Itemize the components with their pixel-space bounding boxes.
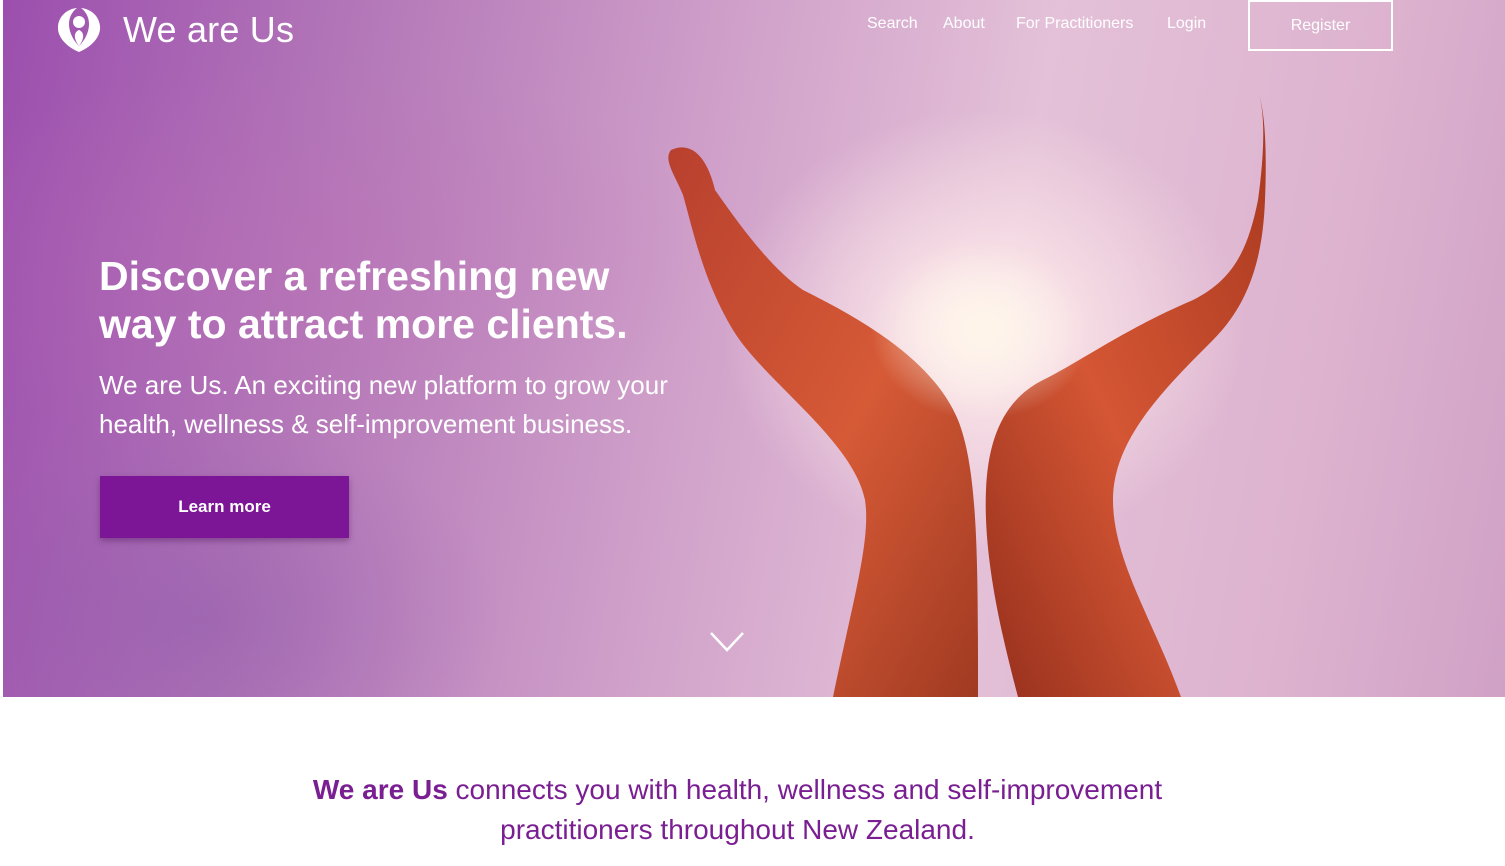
learn-more-button[interactable]: Learn more [100, 476, 349, 538]
nav-login-link[interactable]: Login [1167, 15, 1206, 33]
person-heart-logo-icon [57, 8, 101, 52]
brand-logo[interactable]: We are Us [55, 6, 294, 54]
register-button[interactable]: Register [1248, 0, 1393, 51]
hero-headline-line-1: Discover a refreshing new [99, 253, 610, 299]
nav-search-link[interactable]: Search [867, 15, 918, 33]
raised-hands-image [668, 92, 1266, 697]
hero-subhead: We are Us. An exciting new platform to g… [99, 366, 759, 444]
nav-about-link[interactable]: About [943, 15, 985, 33]
hero-headline: Discover a refreshing new way to attract… [99, 252, 739, 348]
intro-text: We are Us connects you with health, well… [0, 770, 1475, 850]
hero-subhead-line-2: health, wellness & self-improvement busi… [99, 409, 633, 439]
intro-brand: We are Us [312, 774, 448, 805]
intro-line-2: practitioners throughout New Zealand. [500, 814, 975, 845]
nav-for-practitioners-link[interactable]: For Practitioners [1016, 15, 1133, 33]
hero-subhead-line-1: We are Us. An exciting new platform to g… [99, 370, 668, 400]
hero-section: Search About For Practitioners Login Reg… [3, 0, 1505, 697]
chevron-down-icon[interactable] [709, 630, 745, 654]
brand-name: We are Us [123, 9, 295, 50]
intro-line-1: connects you with health, wellness and s… [455, 774, 1163, 805]
hero-headline-line-2: way to attract more clients. [99, 301, 628, 347]
